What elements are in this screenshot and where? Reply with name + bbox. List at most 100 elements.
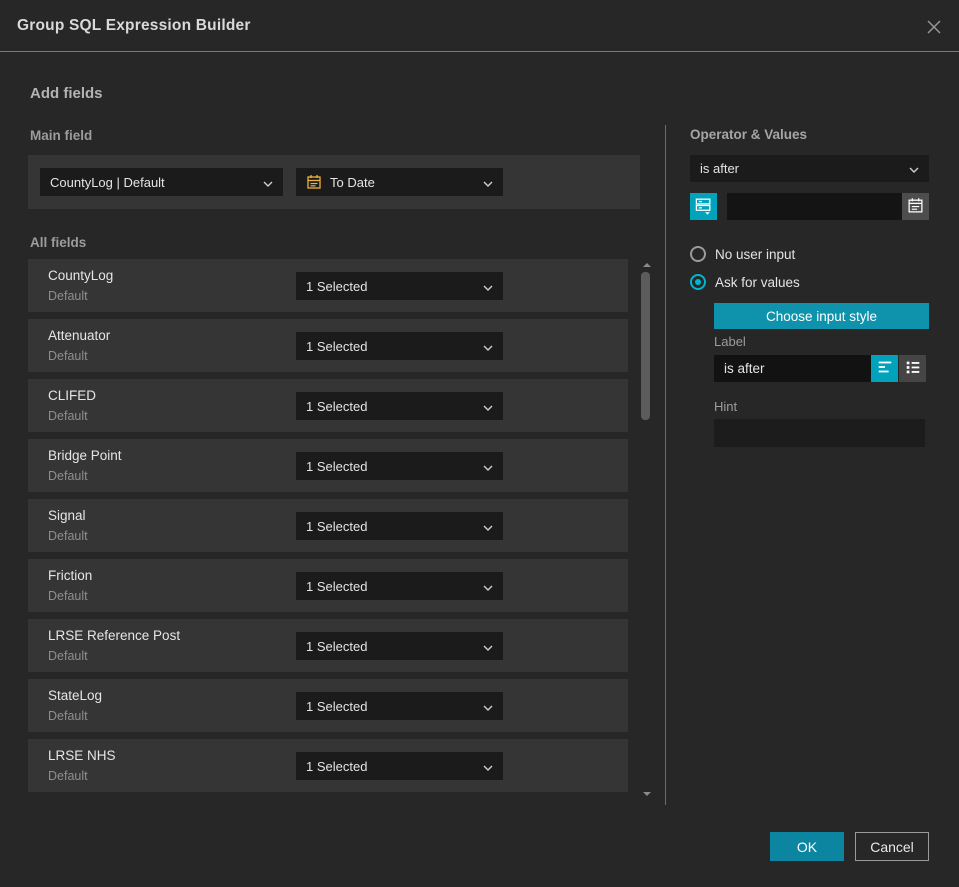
- chevron-down-icon: [477, 175, 493, 190]
- field-subtitle: Default: [48, 349, 88, 363]
- field-selection-dropdown[interactable]: 1 Selected: [296, 572, 503, 600]
- field-subtitle: Default: [48, 589, 88, 603]
- label-field-label: Label: [714, 334, 746, 349]
- calendar-icon: [907, 197, 924, 217]
- field-selection-dropdown[interactable]: 1 Selected: [296, 332, 503, 360]
- field-name: CLIFED: [48, 388, 97, 403]
- field-selection-dropdown-value: 1 Selected: [306, 458, 368, 474]
- hint-field-label: Hint: [714, 399, 738, 414]
- add-fields-heading: Add fields: [30, 85, 103, 102]
- field-type-dropdown-value: To Date: [330, 174, 375, 190]
- field-subtitle: Default: [48, 649, 88, 663]
- all-fields-list: CountyLog Default 1 Selected Attenuator …: [28, 259, 628, 799]
- list-input-style-toggle[interactable]: [899, 355, 926, 382]
- field-row: Attenuator Default 1 Selected: [28, 319, 628, 372]
- cancel-button[interactable]: Cancel: [855, 832, 929, 861]
- input-style-icon: [694, 196, 713, 218]
- chevron-down-icon: [477, 759, 493, 774]
- field-row: Friction Default 1 Selected: [28, 559, 628, 612]
- hint-input[interactable]: [714, 419, 925, 447]
- radio-label: No user input: [715, 246, 796, 262]
- align-left-icon: [876, 358, 894, 379]
- field-subtitle: Default: [48, 409, 88, 423]
- radio-option[interactable]: No user input: [690, 245, 795, 263]
- field-selection-dropdown-value: 1 Selected: [306, 278, 368, 294]
- field-selection-dropdown[interactable]: 1 Selected: [296, 692, 503, 720]
- field-selection-dropdown[interactable]: 1 Selected: [296, 452, 503, 480]
- field-row: Signal Default 1 Selected: [28, 499, 628, 552]
- field-selection-dropdown-value: 1 Selected: [306, 638, 368, 654]
- field-name: LRSE NHS: [48, 748, 116, 763]
- dialog-title: Group SQL Expression Builder: [17, 17, 251, 34]
- choose-input-style-button[interactable]: Choose input style: [714, 303, 929, 329]
- input-style-button[interactable]: [690, 193, 717, 220]
- chevron-down-icon: [477, 639, 493, 654]
- radio-option[interactable]: Ask for values: [690, 273, 800, 291]
- group-sql-expression-builder-dialog: Group SQL Expression Builder Add fields …: [0, 0, 959, 887]
- operator-dropdown[interactable]: is after: [690, 155, 929, 182]
- calendar-icon: [306, 174, 322, 190]
- scrollbar-thumb[interactable]: [641, 272, 650, 420]
- field-row: CLIFED Default 1 Selected: [28, 379, 628, 432]
- main-field-dropdown[interactable]: CountyLog | Default: [40, 168, 283, 196]
- dialog-header: Group SQL Expression Builder: [0, 0, 959, 52]
- field-subtitle: Default: [48, 289, 88, 303]
- chevron-down-icon: [477, 459, 493, 474]
- field-name: LRSE Reference Post: [48, 628, 181, 643]
- value-input[interactable]: [727, 193, 902, 220]
- close-icon: [925, 20, 943, 39]
- field-selection-dropdown-value: 1 Selected: [306, 338, 368, 354]
- field-row: LRSE Reference Post Default 1 Selected: [28, 619, 628, 672]
- chevron-down-icon: [903, 161, 919, 176]
- chevron-down-icon: [477, 279, 493, 294]
- all-fields-label: All fields: [30, 235, 87, 250]
- ok-button[interactable]: OK: [770, 832, 844, 861]
- date-picker-button[interactable]: [902, 193, 929, 220]
- field-selection-dropdown[interactable]: 1 Selected: [296, 392, 503, 420]
- field-selection-dropdown[interactable]: 1 Selected: [296, 512, 503, 540]
- operator-values-heading: Operator & Values: [690, 127, 808, 142]
- chevron-down-icon: [257, 175, 273, 190]
- close-button[interactable]: [925, 18, 943, 36]
- field-subtitle: Default: [48, 529, 88, 543]
- chevron-down-icon: [477, 519, 493, 534]
- field-selection-dropdown[interactable]: 1 Selected: [296, 632, 503, 660]
- radio-label: Ask for values: [715, 274, 800, 290]
- field-selection-dropdown-value: 1 Selected: [306, 518, 368, 534]
- single-input-style-toggle[interactable]: [871, 355, 898, 382]
- field-selection-dropdown-value: 1 Selected: [306, 578, 368, 594]
- chevron-down-icon: [477, 579, 493, 594]
- chevron-down-icon: [477, 699, 493, 714]
- field-subtitle: Default: [48, 469, 88, 483]
- field-row: Bridge Point Default 1 Selected: [28, 439, 628, 492]
- chevron-down-icon: [477, 339, 493, 354]
- field-selection-dropdown-value: 1 Selected: [306, 398, 368, 414]
- field-name: Attenuator: [48, 328, 111, 343]
- scrollbar-up-arrow[interactable]: [643, 263, 651, 267]
- field-row: LRSE NHS Default 1 Selected: [28, 739, 628, 792]
- field-name: Signal: [48, 508, 86, 523]
- list-icon: [904, 358, 922, 379]
- label-input[interactable]: [714, 355, 871, 382]
- main-field-dropdown-value: CountyLog | Default: [50, 174, 165, 190]
- chevron-down-icon: [477, 399, 493, 414]
- panel-divider: [665, 125, 666, 805]
- field-subtitle: Default: [48, 769, 88, 783]
- field-name: CountyLog: [48, 268, 114, 283]
- field-name: Friction: [48, 568, 93, 583]
- field-row: StateLog Default 1 Selected: [28, 679, 628, 732]
- scrollbar-down-arrow[interactable]: [643, 792, 651, 796]
- field-selection-dropdown-value: 1 Selected: [306, 698, 368, 714]
- field-selection-dropdown[interactable]: 1 Selected: [296, 752, 503, 780]
- field-selection-dropdown[interactable]: 1 Selected: [296, 272, 503, 300]
- operator-dropdown-value: is after: [700, 161, 740, 176]
- field-row: CountyLog Default 1 Selected: [28, 259, 628, 312]
- main-field-panel: CountyLog | Default To Date: [28, 155, 640, 209]
- field-name: StateLog: [48, 688, 103, 703]
- radio-icon: [690, 274, 706, 290]
- field-subtitle: Default: [48, 709, 88, 723]
- field-name: Bridge Point: [48, 448, 122, 463]
- field-type-dropdown[interactable]: To Date: [296, 168, 503, 196]
- field-selection-dropdown-value: 1 Selected: [306, 758, 368, 774]
- radio-icon: [690, 246, 706, 262]
